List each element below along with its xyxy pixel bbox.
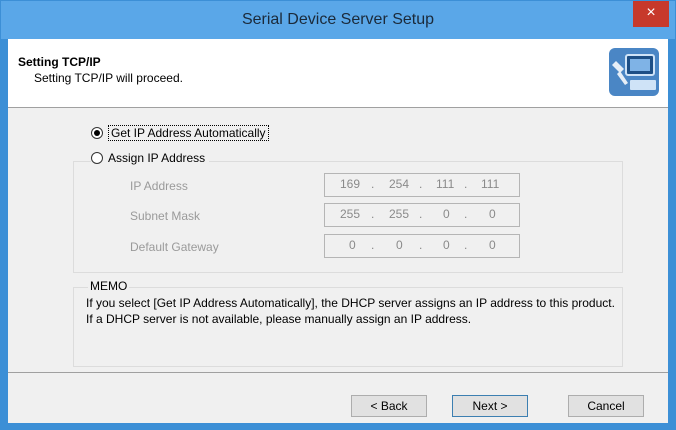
page-title: Setting TCP/IP [18,55,101,69]
page-subtitle: Setting TCP/IP will proceed. [34,71,183,85]
memo-title: MEMO [88,279,130,293]
ip-octet-4: 111 [481,177,500,191]
default-gateway-input[interactable]: 0 . 0 . 0 . 0 [324,234,520,258]
wizard-body: Setting TCP/IP Setting TCP/IP will proce… [8,39,668,423]
gateway-octet-1: 0 [349,238,356,252]
close-button[interactable]: × [633,1,669,27]
setup-window: Serial Device Server Setup × Setting TCP… [0,0,676,430]
radio-manual-ip-label: Assign IP Address [108,151,206,165]
title-bar[interactable]: Serial Device Server Setup × [1,1,675,39]
radio-auto-ip-label: Get IP Address Automatically [108,125,269,141]
back-button[interactable]: < Back [351,395,427,417]
gateway-octet-2: 0 [396,238,403,252]
footer-divider [8,372,668,373]
wizard-header: Setting TCP/IP Setting TCP/IP will proce… [8,39,668,108]
network-setup-icon [609,48,659,96]
subnet-octet-1: 255 [340,207,361,221]
ip-octet-3: 111 [436,177,455,191]
radio-auto-ip-button[interactable] [91,127,103,139]
subnet-octet-3: 0 [443,207,450,221]
window-title: Serial Device Server Setup [241,11,435,28]
gateway-octet-4: 0 [489,238,496,252]
ip-address-label: IP Address [130,179,188,193]
subnet-octet-4: 0 [489,207,496,221]
ip-octet-1: 169 [340,177,361,191]
subnet-mask-input[interactable]: 255 . 255 . 0 . 0 [324,203,520,227]
radio-manual-ip-button[interactable] [91,152,103,164]
gateway-octet-3: 0 [443,238,450,252]
cancel-button[interactable]: Cancel [568,395,644,417]
radio-manual-ip[interactable]: Assign IP Address [91,151,210,165]
radio-auto-ip[interactable]: Get IP Address Automatically [91,125,269,141]
ip-address-input[interactable]: 169 . 254 . 111 . 111 [324,173,520,197]
subnet-mask-label: Subnet Mask [130,209,201,223]
next-button[interactable]: Next > [452,395,528,417]
default-gateway-label: Default Gateway [130,240,219,254]
memo-text: If you select [Get IP Address Automatica… [86,296,615,326]
ip-octet-2: 254 [389,177,410,191]
subnet-octet-2: 255 [389,207,410,221]
